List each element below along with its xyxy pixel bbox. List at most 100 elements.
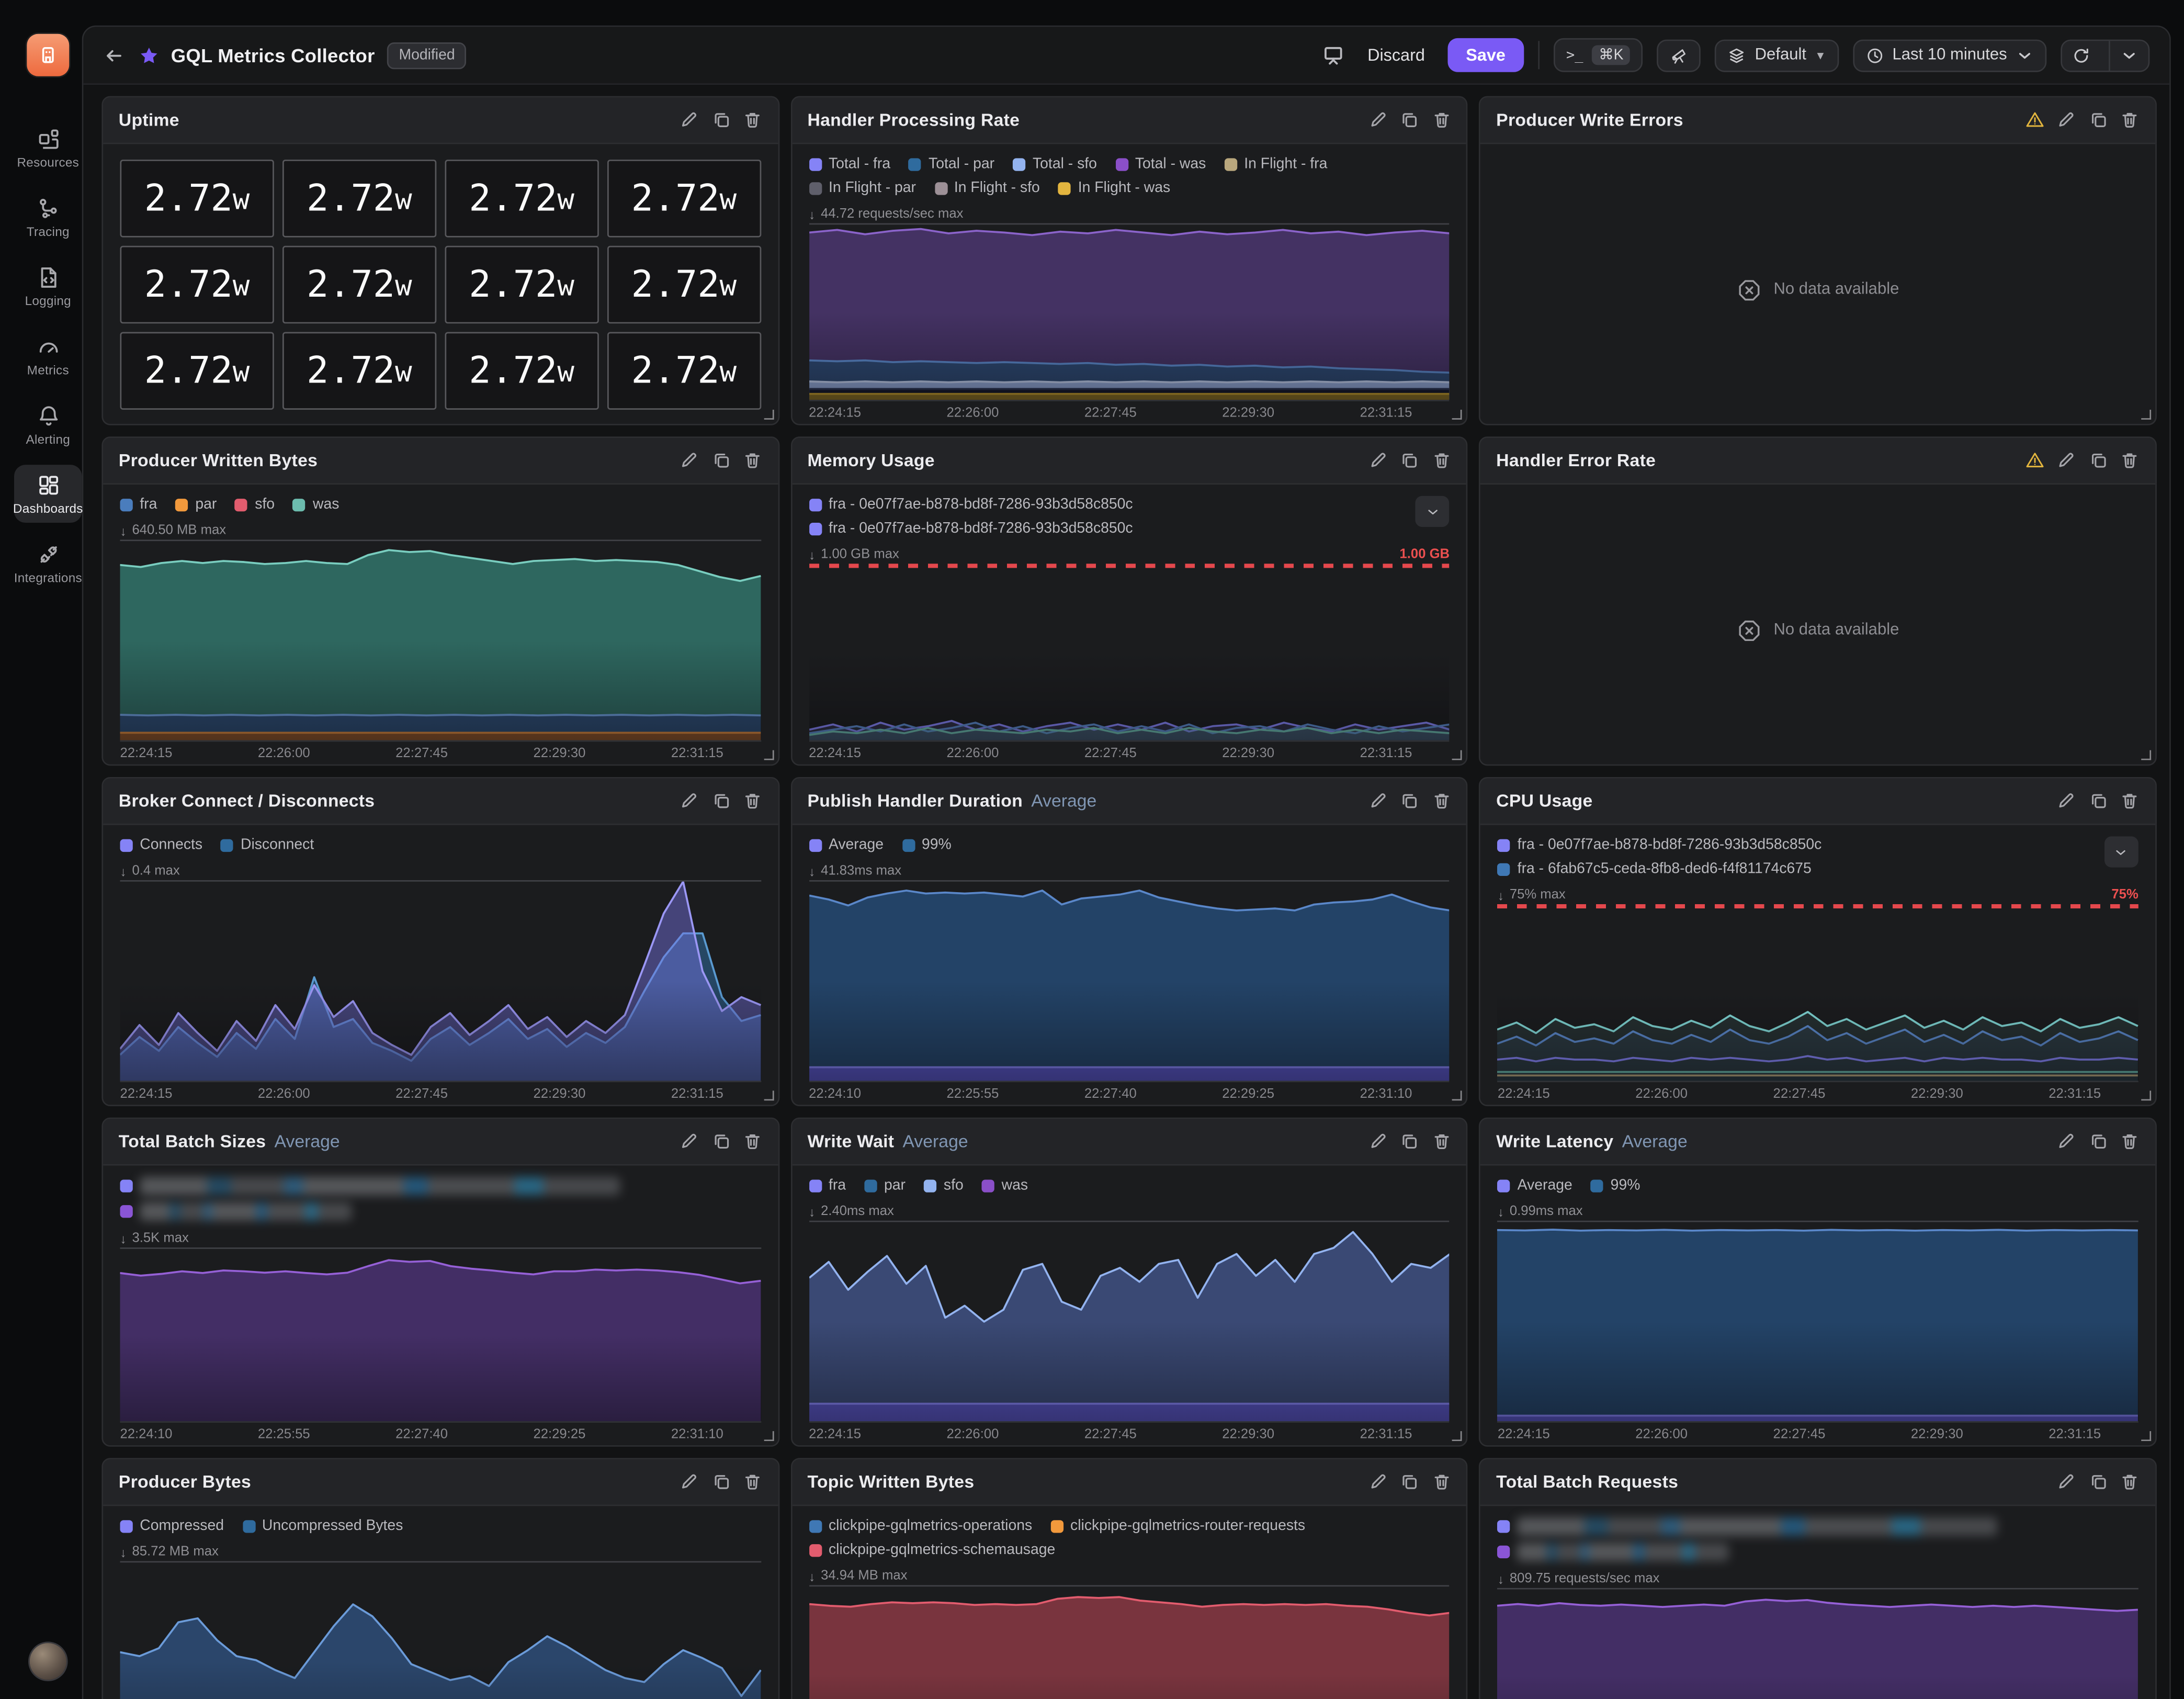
duplicate-icon[interactable] xyxy=(2089,110,2108,129)
resize-handle[interactable] xyxy=(2141,1090,2151,1100)
edit-icon[interactable] xyxy=(2057,451,2076,470)
resize-handle[interactable] xyxy=(2141,410,2151,420)
legend-item[interactable]: clickpipe-gqlmetrics-router-requests xyxy=(1050,1517,1305,1534)
legend-item[interactable]: fra - 0e07f7ae-b878-bd8f-7286-93b3d58c85… xyxy=(809,496,1133,513)
legend-item[interactable]: sfo xyxy=(235,496,275,513)
sidebar-item-tracing[interactable]: Tracing xyxy=(14,188,82,246)
legend-collapse-button[interactable] xyxy=(2104,836,2138,867)
duplicate-icon[interactable] xyxy=(1400,1472,1419,1491)
delete-icon[interactable] xyxy=(2121,792,2140,811)
duplicate-icon[interactable] xyxy=(2089,1472,2108,1491)
time-range-select[interactable]: Last 10 minutes xyxy=(1853,39,2046,71)
legend-item[interactable]: Average xyxy=(809,836,884,853)
chart-area[interactable] xyxy=(120,1561,761,1699)
duplicate-icon[interactable] xyxy=(711,792,730,811)
resize-handle[interactable] xyxy=(1452,410,1462,420)
edit-icon[interactable] xyxy=(680,110,698,129)
chart-area[interactable] xyxy=(1498,1221,2138,1421)
chart-area[interactable] xyxy=(120,1247,761,1421)
chart-area[interactable] xyxy=(809,880,1450,1081)
legend-collapse-button[interactable] xyxy=(1416,496,1450,527)
sidebar-item-alerting[interactable]: Alerting xyxy=(14,396,82,454)
layout-select[interactable]: Default▼ xyxy=(1715,39,1839,71)
edit-icon[interactable] xyxy=(2057,110,2076,129)
user-avatar[interactable] xyxy=(30,1643,66,1680)
chart-area[interactable] xyxy=(809,223,1450,400)
resize-handle[interactable] xyxy=(2141,750,2151,760)
edit-icon[interactable] xyxy=(1368,110,1387,129)
chart-area[interactable] xyxy=(809,564,1450,740)
refresh-button[interactable] xyxy=(2062,40,2100,70)
duplicate-icon[interactable] xyxy=(2089,451,2108,470)
edit-icon[interactable] xyxy=(680,792,698,811)
legend-item[interactable]: Uncompressed Bytes xyxy=(242,1517,403,1534)
app-logo[interactable] xyxy=(27,34,69,76)
duplicate-icon[interactable] xyxy=(2089,1132,2108,1151)
resize-handle[interactable] xyxy=(764,1090,774,1100)
legend-item[interactable]: In Flight - par xyxy=(809,179,916,196)
legend-item[interactable]: In Flight - sfo xyxy=(934,179,1040,196)
resize-handle[interactable] xyxy=(764,410,774,420)
legend-item[interactable]: par xyxy=(864,1177,906,1194)
resize-handle[interactable] xyxy=(764,750,774,760)
delete-icon[interactable] xyxy=(743,792,762,811)
edit-icon[interactable] xyxy=(2057,792,2076,811)
legend-item[interactable]: par xyxy=(176,496,217,513)
legend-item[interactable]: was xyxy=(293,496,339,513)
legend-item[interactable]: fra xyxy=(120,496,157,513)
legend-item[interactable]: sfo xyxy=(924,1177,964,1194)
edit-icon[interactable] xyxy=(1368,1472,1387,1491)
back-icon[interactable] xyxy=(103,44,125,66)
legend-item[interactable]: Connects xyxy=(120,836,203,853)
sidebar-item-dashboards[interactable]: Dashboards xyxy=(14,465,82,523)
resize-handle[interactable] xyxy=(764,1431,774,1441)
legend-item[interactable]: Total - fra xyxy=(809,155,890,172)
delete-icon[interactable] xyxy=(2121,1472,2140,1491)
duplicate-icon[interactable] xyxy=(711,110,730,129)
delete-icon[interactable] xyxy=(1432,451,1451,470)
duplicate-icon[interactable] xyxy=(1400,110,1419,129)
resize-handle[interactable] xyxy=(1452,1090,1462,1100)
edit-icon[interactable] xyxy=(1368,451,1387,470)
chart-area[interactable] xyxy=(1498,1588,2138,1699)
legend-item[interactable]: In Flight - fra xyxy=(1224,155,1327,172)
legend-item[interactable]: Total - par xyxy=(909,155,994,172)
legend-item[interactable]: was xyxy=(982,1177,1028,1194)
edit-icon[interactable] xyxy=(2057,1472,2076,1491)
refresh-options-button[interactable] xyxy=(2109,40,2148,70)
duplicate-icon[interactable] xyxy=(1400,1132,1419,1151)
legend-item[interactable]: fra - 0e07f7ae-b878-bd8f-7286-93b3d58c85… xyxy=(809,520,1133,537)
legend-item-redacted[interactable] xyxy=(120,1202,352,1221)
delete-icon[interactable] xyxy=(743,1472,762,1491)
delete-icon[interactable] xyxy=(743,451,762,470)
save-button[interactable]: Save xyxy=(1447,38,1524,72)
legend-item-redacted[interactable] xyxy=(1498,1543,1729,1561)
sidebar-item-integrations[interactable]: Integrations xyxy=(14,534,82,592)
chart-area[interactable] xyxy=(809,1221,1450,1421)
edit-icon[interactable] xyxy=(1368,792,1387,811)
legend-item-redacted[interactable] xyxy=(1498,1517,1998,1536)
legend-item[interactable]: fra - 6fab67c5-ceda-8fb8-ded6-f4f81174c6… xyxy=(1498,860,1812,877)
delete-icon[interactable] xyxy=(743,110,762,129)
edit-icon[interactable] xyxy=(680,1472,698,1491)
resize-handle[interactable] xyxy=(2141,1431,2151,1441)
delete-icon[interactable] xyxy=(1432,110,1451,129)
duplicate-icon[interactable] xyxy=(711,1132,730,1151)
legend-item[interactable]: fra xyxy=(809,1177,846,1194)
sidebar-item-logging[interactable]: Logging xyxy=(14,257,82,315)
legend-item[interactable]: 99% xyxy=(902,836,952,853)
duplicate-icon[interactable] xyxy=(711,1472,730,1491)
legend-item[interactable]: fra - 0e07f7ae-b878-bd8f-7286-93b3d58c85… xyxy=(1498,836,1821,853)
legend-item[interactable]: Compressed xyxy=(120,1517,224,1534)
chart-area[interactable] xyxy=(120,880,761,1081)
chart-area[interactable] xyxy=(120,539,761,740)
delete-icon[interactable] xyxy=(1432,1132,1451,1151)
duplicate-icon[interactable] xyxy=(1400,451,1419,470)
presentation-icon[interactable] xyxy=(1322,44,1345,66)
duplicate-icon[interactable] xyxy=(711,451,730,470)
legend-item[interactable]: Total - was xyxy=(1115,155,1206,172)
edit-icon[interactable] xyxy=(1368,1132,1387,1151)
legend-item[interactable]: In Flight - was xyxy=(1058,179,1170,196)
duplicate-icon[interactable] xyxy=(1400,792,1419,811)
resize-handle[interactable] xyxy=(1452,750,1462,760)
